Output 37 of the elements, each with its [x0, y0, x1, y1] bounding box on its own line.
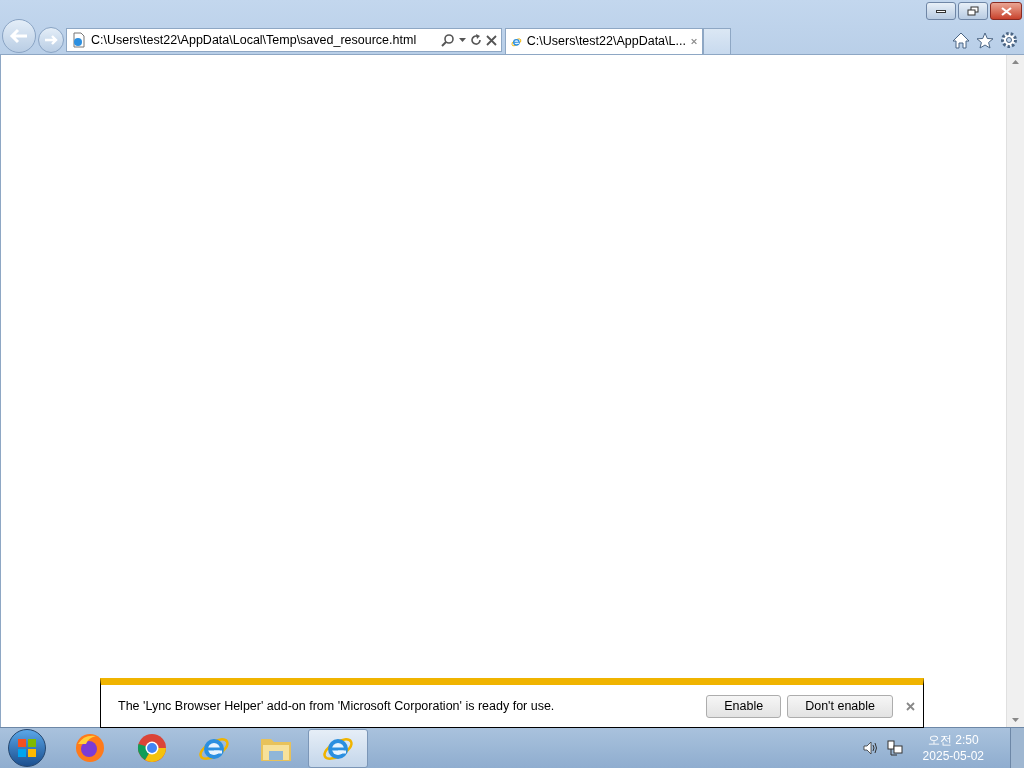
- scroll-up-icon[interactable]: [1012, 60, 1019, 64]
- settings-icon[interactable]: [1000, 31, 1018, 49]
- forward-arrow-icon: [44, 34, 58, 46]
- address-bar[interactable]: C:\Users\test22\AppData\Local\Temp\saved_resource.html: [66, 28, 502, 52]
- network-icon[interactable]: [886, 740, 903, 756]
- page-icon: [71, 32, 87, 48]
- dropdown-caret-icon[interactable]: [459, 38, 466, 42]
- scrollbar[interactable]: [1006, 55, 1024, 727]
- scroll-down-icon[interactable]: [1012, 718, 1019, 722]
- close-icon: [1000, 6, 1012, 16]
- minimize-button[interactable]: [926, 2, 956, 20]
- taskbar-app-button[interactable]: [308, 728, 368, 768]
- restore-button[interactable]: [958, 2, 988, 20]
- windows-logo-icon: [17, 738, 37, 758]
- search-icon[interactable]: [441, 33, 455, 47]
- forward-button[interactable]: [38, 27, 64, 53]
- speaker-icon[interactable]: [862, 741, 879, 755]
- browser-tab[interactable]: C:\Users\test22\AppData\L...: [505, 28, 703, 54]
- home-icon[interactable]: [952, 31, 970, 49]
- address-text: C:\Users\test22\AppData\Local\Temp\saved_resource.html: [91, 31, 418, 49]
- close-button[interactable]: [990, 2, 1022, 20]
- new-tab-button[interactable]: [703, 28, 731, 54]
- fox-globe-icon: [74, 732, 106, 764]
- star-icon[interactable]: [976, 31, 994, 49]
- back-button[interactable]: [2, 19, 36, 53]
- restore-icon: [967, 6, 979, 16]
- chrome-logo-icon: [136, 732, 168, 764]
- close-icon[interactable]: [906, 701, 915, 711]
- enable-button[interactable]: Enable: [706, 694, 782, 718]
- back-arrow-icon: [9, 28, 29, 44]
- stop-icon[interactable]: [486, 34, 497, 46]
- tab-close-icon[interactable]: [690, 37, 697, 46]
- notification-message: The 'Lync Browser Helper' add-on from 'Microsoft Corporation' is ready for use.: [118, 697, 556, 715]
- tab-title: C:\Users\test22\AppData\L...: [526, 33, 686, 51]
- dont-enable-button[interactable]: Don't enable: [787, 694, 893, 718]
- start-button[interactable]: [8, 729, 46, 767]
- refresh-icon[interactable]: [470, 34, 482, 46]
